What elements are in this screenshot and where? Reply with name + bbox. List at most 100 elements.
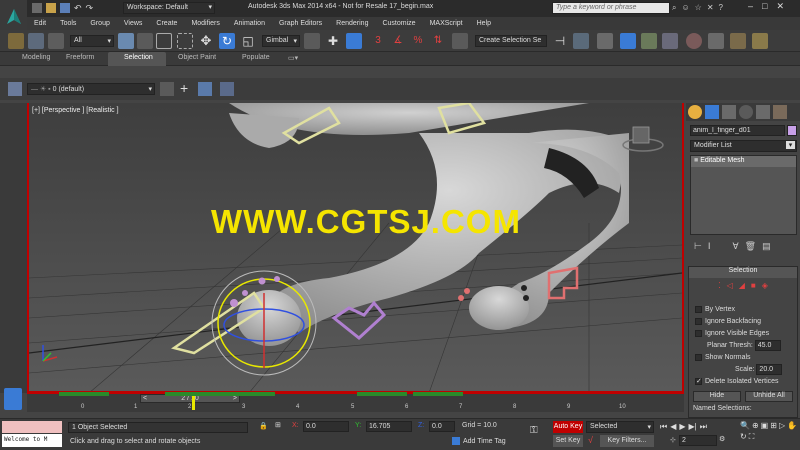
select-in-layer-icon[interactable] — [220, 82, 234, 96]
render-setup-icon[interactable] — [708, 33, 724, 49]
display-panel-icon[interactable] — [756, 105, 770, 119]
remove-modifier-icon[interactable]: 🗑 — [745, 241, 756, 252]
maximize-viewport-icon[interactable]: ⛶ — [749, 432, 755, 442]
add-layer-icon[interactable]: + — [180, 80, 188, 96]
menu-modifiers[interactable]: Modifiers — [184, 20, 226, 27]
rollout-title[interactable]: Selection — [689, 267, 797, 278]
curve-editor-icon[interactable] — [641, 33, 657, 49]
menu-graph-editors[interactable]: Graph Editors — [272, 20, 329, 27]
manipulate-icon[interactable]: ✚ — [325, 33, 341, 49]
add-selection-to-layer-icon[interactable] — [198, 82, 212, 96]
star-icon[interactable]: ☆ — [695, 3, 702, 13]
auto-key-button[interactable]: Auto Key — [553, 421, 583, 433]
z-coordinate-field[interactable] — [429, 421, 455, 432]
vertex-icon[interactable]: ⁚ — [718, 281, 721, 290]
object-color-swatch[interactable] — [787, 125, 797, 136]
option-ignore-visible-edges[interactable]: Ignore Visible Edges — [695, 328, 797, 340]
zoom-extents-icon[interactable]: ▣ — [761, 421, 769, 430]
modifier-list-dropdown[interactable]: Modifier List ▾ — [690, 140, 797, 152]
graphite-toggle-icon[interactable] — [620, 33, 636, 49]
key-filters-button[interactable]: Key Filters... — [600, 435, 654, 447]
schematic-view-icon[interactable] — [662, 33, 678, 49]
add-time-tag-button[interactable]: Add Time Tag — [463, 438, 506, 445]
go-to-start-icon[interactable]: ⏮ — [660, 422, 667, 432]
angle-snap-icon[interactable]: ∡ — [390, 33, 406, 49]
make-unique-icon[interactable]: ∀ — [733, 241, 739, 252]
perspective-viewport[interactable]: [+] [Perspective ] [Realistic ] WWW.CGTS… — [27, 103, 684, 393]
percent-snap-icon[interactable]: % — [410, 33, 426, 49]
menu-maxscript[interactable]: MAXScript — [423, 20, 470, 27]
select-move-icon[interactable]: ✥ — [198, 33, 214, 49]
exchange-icon[interactable]: ✕ — [707, 3, 714, 13]
material-editor-icon[interactable] — [686, 33, 702, 49]
element-icon[interactable]: ◈ — [762, 281, 768, 290]
close-icon[interactable]: ✕ — [776, 1, 784, 12]
layer-manager-icon[interactable] — [8, 82, 22, 96]
field-of-view-icon[interactable]: ▷ — [779, 421, 785, 430]
option-by-vertex[interactable]: By Vertex — [695, 304, 797, 316]
rendered-frame-icon[interactable] — [730, 33, 746, 49]
polygon-icon[interactable]: ■ — [751, 281, 756, 290]
option-delete-isolated[interactable]: Delete Isolated Vertices — [695, 376, 797, 388]
menu-group[interactable]: Group — [83, 20, 116, 27]
layer-dropdown[interactable]: — ☀ ▪ 0 (default) ▾ — [27, 83, 155, 95]
render-production-icon[interactable] — [752, 33, 768, 49]
mirror-icon[interactable]: ⊣ — [552, 33, 568, 49]
option-show-normals[interactable]: Show Normals — [695, 352, 797, 364]
mini-curve-editor-icon[interactable] — [4, 388, 22, 410]
menu-views[interactable]: Views — [117, 20, 150, 27]
select-scale-icon[interactable]: ◱ — [240, 33, 256, 49]
lock-selection-icon[interactable]: 🔒 — [259, 422, 268, 430]
viewport-label[interactable]: [+] [Perspective ] [Realistic ] — [32, 107, 119, 114]
face-icon[interactable]: ◢ — [739, 281, 745, 290]
current-frame-field[interactable] — [679, 435, 717, 446]
zoom-all-icon[interactable]: ⊕ — [752, 421, 759, 430]
search-input[interactable]: Type a keyword or phrase — [552, 2, 670, 14]
key-mode-toggle-icon[interactable]: ⊹ — [670, 436, 676, 444]
tab-freeform[interactable]: Freeform — [66, 54, 94, 61]
key-icon[interactable]: ⚿ — [530, 425, 538, 436]
tab-modeling[interactable]: Modeling — [22, 54, 50, 61]
undo-icon[interactable]: ↶ — [74, 3, 82, 14]
menu-rendering[interactable]: Rendering — [329, 20, 375, 27]
select-rotate-icon[interactable]: ↻ — [219, 33, 235, 49]
selection-filter-dropdown[interactable]: All ▾ — [70, 35, 114, 47]
rect-selection-icon[interactable] — [156, 33, 172, 49]
unlink-icon[interactable] — [28, 33, 44, 49]
edge-icon[interactable]: ◁ — [727, 281, 733, 290]
zoom-icon[interactable]: 🔍 — [740, 421, 750, 430]
link-icon[interactable] — [8, 33, 24, 49]
menu-animation[interactable]: Animation — [227, 20, 272, 27]
new-file-icon[interactable] — [32, 3, 42, 13]
search-icon[interactable]: ⌕ — [672, 3, 676, 13]
menu-edit[interactable]: Edit — [27, 20, 53, 27]
planar-thresh-field[interactable] — [754, 340, 781, 351]
menu-create[interactable]: Create — [149, 20, 184, 27]
y-coordinate-field[interactable] — [366, 421, 412, 432]
maxscript-listener[interactable]: Welcome to M — [2, 434, 62, 447]
show-end-result-icon[interactable]: Ⅰ — [708, 241, 711, 252]
pan-icon[interactable]: ✋ — [787, 421, 797, 430]
tab-populate[interactable]: Populate — [242, 54, 270, 61]
workspace-dropdown[interactable]: Workspace: Default ▾ — [123, 2, 215, 14]
people-icon[interactable]: ☺ — [681, 3, 689, 13]
menu-help[interactable]: Help — [470, 20, 498, 27]
reference-coordinate-dropdown[interactable]: Gimbal ▾ — [262, 35, 300, 47]
pivot-center-icon[interactable] — [304, 33, 320, 49]
motion-panel-icon[interactable] — [739, 105, 753, 119]
window-crossing-icon[interactable] — [177, 33, 193, 49]
keyboard-shortcut-icon[interactable] — [346, 33, 362, 49]
ribbon-options-icon[interactable]: ▭▾ — [288, 54, 298, 62]
orbit-icon[interactable]: ↻ — [740, 432, 747, 442]
maximize-icon[interactable]: □ — [762, 1, 767, 12]
select-object-icon[interactable] — [118, 33, 134, 49]
open-file-icon[interactable] — [46, 3, 56, 13]
object-name-field[interactable] — [690, 125, 785, 136]
tab-object-paint[interactable]: Object Paint — [178, 54, 216, 61]
menu-tools[interactable]: Tools — [53, 20, 83, 27]
help-icon[interactable]: ? — [719, 3, 723, 13]
hierarchy-panel-icon[interactable] — [722, 105, 736, 119]
utilities-panel-icon[interactable] — [773, 105, 787, 119]
app-logo-icon[interactable] — [0, 0, 27, 34]
modify-panel-icon[interactable] — [705, 105, 719, 119]
